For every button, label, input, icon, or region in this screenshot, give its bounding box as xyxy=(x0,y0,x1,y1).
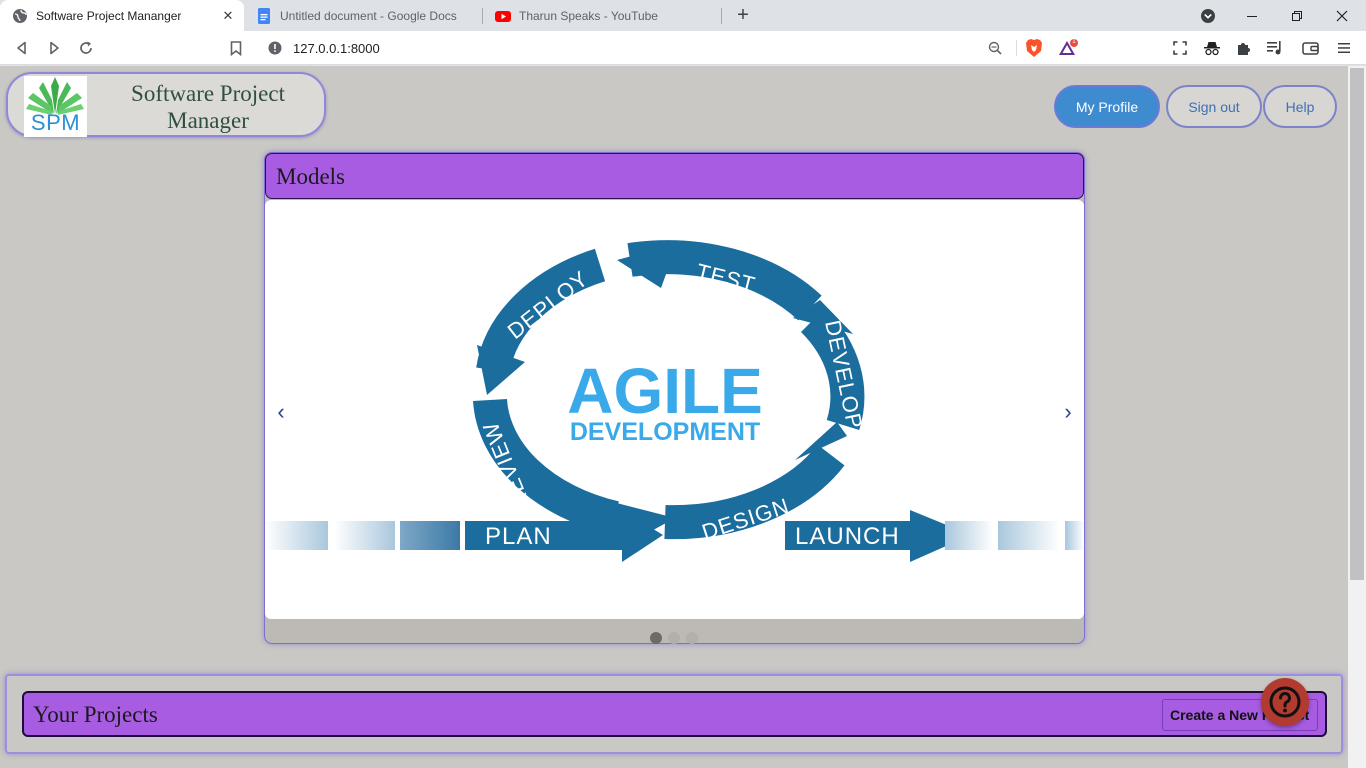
browser-tab-strip: Software Project Mananger ✕ Untitled doc… xyxy=(0,0,1366,31)
reload-icon xyxy=(80,41,92,54)
carousel-indicator[interactable] xyxy=(650,632,662,644)
address-bar[interactable]: 127.0.0.1:8000 xyxy=(258,35,1012,61)
wallet-icon xyxy=(1301,42,1319,55)
logo-text: SPM xyxy=(30,110,81,135)
url-text[interactable]: 127.0.0.1:8000 xyxy=(293,41,380,56)
media-controls-button[interactable] xyxy=(1265,38,1285,58)
tab-label: Software Project Mananger xyxy=(36,8,182,23)
question-mark-icon xyxy=(1269,686,1301,718)
forward-button[interactable] xyxy=(44,38,64,58)
back-arrow-icon xyxy=(17,41,26,55)
tab-google-docs[interactable]: Untitled document - Google Docs xyxy=(244,0,482,31)
tab-youtube[interactable]: Tharun Speaks - YouTube xyxy=(483,0,721,31)
brave-rewards-button[interactable]: 1 xyxy=(1058,38,1078,58)
fullscreen-icon xyxy=(1173,41,1187,55)
browser-menu-button[interactable] xyxy=(1334,38,1354,58)
close-tab-icon[interactable]: ✕ xyxy=(220,8,236,24)
extensions-button[interactable] xyxy=(1234,38,1254,58)
brave-lion-icon xyxy=(1026,39,1042,57)
youtube-icon xyxy=(495,10,511,22)
tab-divider xyxy=(721,8,722,24)
page-scrollbar-thumb[interactable] xyxy=(1350,68,1364,580)
my-profile-button[interactable]: My Profile xyxy=(1054,85,1160,128)
timeline-label-plan: PLAN xyxy=(485,523,552,550)
carousel-indicator[interactable] xyxy=(686,632,698,644)
minimize-window-button[interactable] xyxy=(1230,0,1274,31)
carousel-prev-button[interactable]: ‹ xyxy=(271,400,291,424)
timeline-label-launch: LAUNCH xyxy=(795,523,900,550)
incognito-extension-button[interactable] xyxy=(1202,38,1222,58)
tab-label: Tharun Speaks - YouTube xyxy=(519,8,658,23)
browser-toolbar: 127.0.0.1:8000 1 xyxy=(0,31,1366,65)
wallet-button[interactable] xyxy=(1300,38,1320,58)
close-icon xyxy=(1336,10,1348,21)
google-docs-icon xyxy=(258,7,270,24)
projects-title: Your Projects xyxy=(33,702,158,727)
carousel-next-button[interactable]: › xyxy=(1058,400,1078,424)
brand-header: SPM Software Project Manager xyxy=(6,72,326,137)
carousel-indicator[interactable] xyxy=(668,632,680,644)
models-carousel-card: Models TEST DEPLOY DEVELOP REVIEW DESIGN… xyxy=(264,152,1085,644)
new-tab-button[interactable]: + xyxy=(732,4,754,26)
projects-header: Your Projects xyxy=(22,691,1327,737)
globe-icon xyxy=(13,8,27,23)
zoom-icon[interactable] xyxy=(988,41,1002,55)
spy-icon xyxy=(1204,42,1220,56)
development-subheadline: DEVELOPMENT xyxy=(570,418,760,446)
models-title: Models xyxy=(276,164,345,189)
screenshot-button[interactable] xyxy=(1170,38,1190,58)
bookmark-icon xyxy=(230,40,242,56)
spm-logo: SPM xyxy=(24,76,87,137)
tab-software-project-manager[interactable]: Software Project Mananger ✕ xyxy=(0,0,244,31)
models-header: Models xyxy=(265,153,1084,199)
chevron-down-circle-icon xyxy=(1201,8,1215,23)
puzzle-piece-icon xyxy=(1238,43,1250,55)
back-button[interactable] xyxy=(12,38,32,58)
sign-out-button[interactable]: Sign out xyxy=(1166,85,1262,128)
minimize-icon xyxy=(1247,15,1257,17)
reload-button[interactable] xyxy=(76,38,96,58)
agile-headline: AGILE xyxy=(567,355,763,427)
page-viewport: SPM Software Project Manager My Profile … xyxy=(0,66,1348,768)
forward-arrow-icon xyxy=(50,41,59,55)
hamburger-menu-icon xyxy=(1338,43,1350,53)
toolbar-divider xyxy=(1016,40,1017,56)
info-icon[interactable] xyxy=(268,41,282,55)
tab-search-button[interactable] xyxy=(1186,0,1230,31)
rewards-badge: 1 xyxy=(1072,38,1076,45)
tab-label: Untitled document - Google Docs xyxy=(280,8,457,23)
carousel-slide: TEST DEPLOY DEVELOP REVIEW DESIGN PLAN L… xyxy=(265,200,1084,619)
agile-development-diagram: TEST DEPLOY DEVELOP REVIEW DESIGN PLAN L… xyxy=(265,240,1084,562)
playlist-icon xyxy=(1267,41,1281,55)
carousel-indicators xyxy=(650,632,698,644)
restore-window-button[interactable] xyxy=(1275,0,1319,31)
help-floating-button[interactable] xyxy=(1261,678,1309,726)
brave-shields-button[interactable] xyxy=(1024,38,1044,58)
restore-icon xyxy=(1292,10,1302,21)
app-title: Software Project Manager xyxy=(131,81,285,133)
help-button[interactable]: Help xyxy=(1263,85,1337,128)
bookmark-button[interactable] xyxy=(226,38,246,58)
close-window-button[interactable] xyxy=(1320,0,1364,31)
